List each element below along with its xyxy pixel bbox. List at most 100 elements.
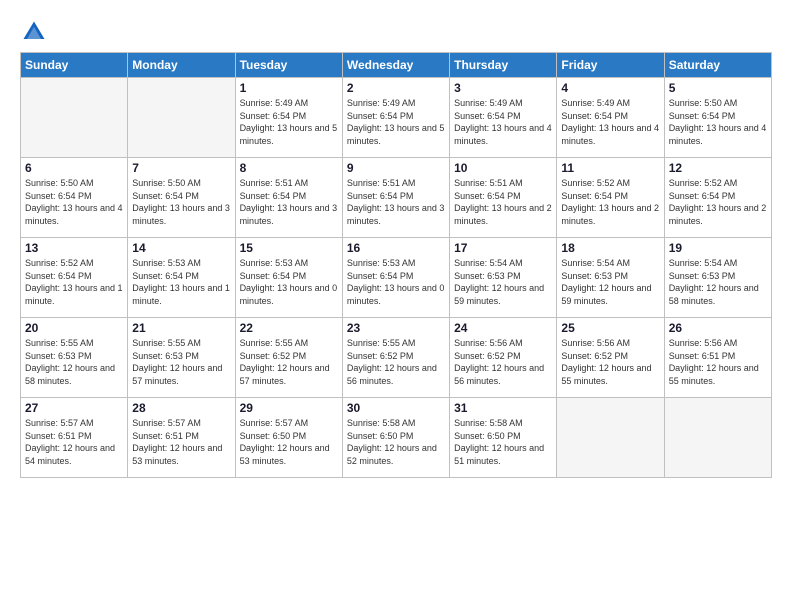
day-number: 29 bbox=[240, 401, 338, 415]
day-info: Sunrise: 5:50 AM Sunset: 6:54 PM Dayligh… bbox=[132, 177, 230, 227]
day-info: Sunrise: 5:50 AM Sunset: 6:54 PM Dayligh… bbox=[25, 177, 123, 227]
day-number: 8 bbox=[240, 161, 338, 175]
day-info: Sunrise: 5:57 AM Sunset: 6:50 PM Dayligh… bbox=[240, 417, 338, 467]
calendar-cell: 22 Sunrise: 5:55 AM Sunset: 6:52 PM Dayli… bbox=[235, 318, 342, 398]
day-number: 18 bbox=[561, 241, 659, 255]
day-number: 27 bbox=[25, 401, 123, 415]
weekday-header-sunday: Sunday bbox=[21, 53, 128, 78]
weekday-header-wednesday: Wednesday bbox=[342, 53, 449, 78]
day-info: Sunrise: 5:51 AM Sunset: 6:54 PM Dayligh… bbox=[454, 177, 552, 227]
calendar-cell: 2Sunrise: 5:49 AM Sunset: 6:54 PM Daylig… bbox=[342, 78, 449, 158]
calendar-cell: 31 Sunrise: 5:58 AM Sunset: 6:50 PM Dayli… bbox=[450, 398, 557, 478]
day-info: Sunrise: 5:52 AM Sunset: 6:54 PM Dayligh… bbox=[25, 257, 123, 307]
calendar-cell: 3 Sunrise: 5:49 AM Sunset: 6:54 PM Daylig… bbox=[450, 78, 557, 158]
day-number: 7 bbox=[132, 161, 230, 175]
day-info: Sunrise: 5:51 AM Sunset: 6:54 PM Dayligh… bbox=[347, 177, 445, 227]
day-number: 21 bbox=[132, 321, 230, 335]
weekday-header-tuesday: Tuesday bbox=[235, 53, 342, 78]
calendar-cell: 17 Sunrise: 5:54 AM Sunset: 6:53 PM Dayli… bbox=[450, 238, 557, 318]
day-info: Sunrise: 5:55 AM Sunset: 6:53 PM Dayligh… bbox=[25, 337, 123, 387]
day-number: 22 bbox=[240, 321, 338, 335]
day-info: Sunrise: 5:57 AM Sunset: 6:51 PM Dayligh… bbox=[25, 417, 123, 467]
day-info: Sunrise: 5:49 AM Sunset: 6:54 PM Dayligh… bbox=[561, 97, 659, 147]
logo-icon bbox=[20, 18, 48, 46]
day-info: Sunrise: 5:54 AM Sunset: 6:53 PM Dayligh… bbox=[669, 257, 767, 307]
calendar-cell: 15 Sunrise: 5:53 AM Sunset: 6:54 PM Dayli… bbox=[235, 238, 342, 318]
day-number: 26 bbox=[669, 321, 767, 335]
calendar-cell: 6 Sunrise: 5:50 AM Sunset: 6:54 PM Daylig… bbox=[21, 158, 128, 238]
day-info: Sunrise: 5:56 AM Sunset: 6:52 PM Dayligh… bbox=[561, 337, 659, 387]
calendar-header: SundayMondayTuesdayWednesdayThursdayFrid… bbox=[21, 53, 772, 78]
day-info: Sunrise: 5:49 AM Sunset: 6:54 PM Dayligh… bbox=[240, 97, 338, 147]
day-number: 5 bbox=[669, 81, 767, 95]
calendar-cell: 9Sunrise: 5:51 AM Sunset: 6:54 PM Daylig… bbox=[342, 158, 449, 238]
calendar-cell: 27 Sunrise: 5:57 AM Sunset: 6:51 PM Dayli… bbox=[21, 398, 128, 478]
calendar-cell: 19 Sunrise: 5:54 AM Sunset: 6:53 PM Dayli… bbox=[664, 238, 771, 318]
day-number: 24 bbox=[454, 321, 552, 335]
calendar-page: SundayMondayTuesdayWednesdayThursdayFrid… bbox=[0, 0, 792, 612]
day-info: Sunrise: 5:52 AM Sunset: 6:54 PM Dayligh… bbox=[669, 177, 767, 227]
calendar-cell: 23 Sunrise: 5:55 AM Sunset: 6:52 PM Dayli… bbox=[342, 318, 449, 398]
day-info: Sunrise: 5:57 AM Sunset: 6:51 PM Dayligh… bbox=[132, 417, 230, 467]
day-info: Sunrise: 5:49 AM Sunset: 6:54 PM Dayligh… bbox=[347, 97, 445, 147]
day-number: 6 bbox=[25, 161, 123, 175]
calendar-cell: 10 Sunrise: 5:51 AM Sunset: 6:54 PM Dayli… bbox=[450, 158, 557, 238]
day-number: 3 bbox=[454, 81, 552, 95]
day-info: Sunrise: 5:54 AM Sunset: 6:53 PM Dayligh… bbox=[561, 257, 659, 307]
calendar-week-5: 27 Sunrise: 5:57 AM Sunset: 6:51 PM Dayli… bbox=[21, 398, 772, 478]
day-info: Sunrise: 5:56 AM Sunset: 6:51 PM Dayligh… bbox=[669, 337, 767, 387]
calendar-cell: 20Sunrise: 5:55 AM Sunset: 6:53 PM Dayli… bbox=[21, 318, 128, 398]
day-info: Sunrise: 5:55 AM Sunset: 6:52 PM Dayligh… bbox=[240, 337, 338, 387]
day-info: Sunrise: 5:56 AM Sunset: 6:52 PM Dayligh… bbox=[454, 337, 552, 387]
calendar-body: 1 Sunrise: 5:49 AM Sunset: 6:54 PM Daylig… bbox=[21, 78, 772, 478]
calendar-cell: 16 Sunrise: 5:53 AM Sunset: 6:54 PM Dayli… bbox=[342, 238, 449, 318]
calendar-cell: 29 Sunrise: 5:57 AM Sunset: 6:50 PM Dayli… bbox=[235, 398, 342, 478]
calendar-cell: 21Sunrise: 5:55 AM Sunset: 6:53 PM Dayli… bbox=[128, 318, 235, 398]
calendar-cell bbox=[664, 398, 771, 478]
day-number: 25 bbox=[561, 321, 659, 335]
day-info: Sunrise: 5:58 AM Sunset: 6:50 PM Dayligh… bbox=[347, 417, 445, 467]
day-number: 13 bbox=[25, 241, 123, 255]
day-info: Sunrise: 5:53 AM Sunset: 6:54 PM Dayligh… bbox=[132, 257, 230, 307]
calendar-cell: 30 Sunrise: 5:58 AM Sunset: 6:50 PM Dayli… bbox=[342, 398, 449, 478]
weekday-header-saturday: Saturday bbox=[664, 53, 771, 78]
calendar-cell: 28Sunrise: 5:57 AM Sunset: 6:51 PM Dayli… bbox=[128, 398, 235, 478]
day-number: 19 bbox=[669, 241, 767, 255]
day-number: 11 bbox=[561, 161, 659, 175]
day-number: 4 bbox=[561, 81, 659, 95]
calendar-cell: 4 Sunrise: 5:49 AM Sunset: 6:54 PM Daylig… bbox=[557, 78, 664, 158]
day-info: Sunrise: 5:51 AM Sunset: 6:54 PM Dayligh… bbox=[240, 177, 338, 227]
calendar-cell: 1 Sunrise: 5:49 AM Sunset: 6:54 PM Daylig… bbox=[235, 78, 342, 158]
calendar-cell bbox=[21, 78, 128, 158]
day-number: 23 bbox=[347, 321, 445, 335]
calendar-cell: 5 Sunrise: 5:50 AM Sunset: 6:54 PM Daylig… bbox=[664, 78, 771, 158]
calendar-table: SundayMondayTuesdayWednesdayThursdayFrid… bbox=[20, 52, 772, 478]
day-info: Sunrise: 5:54 AM Sunset: 6:53 PM Dayligh… bbox=[454, 257, 552, 307]
calendar-cell: 11Sunrise: 5:52 AM Sunset: 6:54 PM Dayli… bbox=[557, 158, 664, 238]
weekday-header-row: SundayMondayTuesdayWednesdayThursdayFrid… bbox=[21, 53, 772, 78]
calendar-week-2: 6 Sunrise: 5:50 AM Sunset: 6:54 PM Daylig… bbox=[21, 158, 772, 238]
day-number: 16 bbox=[347, 241, 445, 255]
calendar-cell bbox=[128, 78, 235, 158]
day-number: 30 bbox=[347, 401, 445, 415]
weekday-header-thursday: Thursday bbox=[450, 53, 557, 78]
day-info: Sunrise: 5:49 AM Sunset: 6:54 PM Dayligh… bbox=[454, 97, 552, 147]
calendar-cell: 24 Sunrise: 5:56 AM Sunset: 6:52 PM Dayli… bbox=[450, 318, 557, 398]
day-info: Sunrise: 5:58 AM Sunset: 6:50 PM Dayligh… bbox=[454, 417, 552, 467]
calendar-cell: 7 Sunrise: 5:50 AM Sunset: 6:54 PM Daylig… bbox=[128, 158, 235, 238]
day-number: 1 bbox=[240, 81, 338, 95]
day-number: 31 bbox=[454, 401, 552, 415]
day-info: Sunrise: 5:55 AM Sunset: 6:52 PM Dayligh… bbox=[347, 337, 445, 387]
header bbox=[20, 18, 772, 46]
day-number: 14 bbox=[132, 241, 230, 255]
day-info: Sunrise: 5:53 AM Sunset: 6:54 PM Dayligh… bbox=[347, 257, 445, 307]
day-info: Sunrise: 5:50 AM Sunset: 6:54 PM Dayligh… bbox=[669, 97, 767, 147]
day-info: Sunrise: 5:53 AM Sunset: 6:54 PM Dayligh… bbox=[240, 257, 338, 307]
day-number: 15 bbox=[240, 241, 338, 255]
day-number: 12 bbox=[669, 161, 767, 175]
calendar-cell: 8 Sunrise: 5:51 AM Sunset: 6:54 PM Daylig… bbox=[235, 158, 342, 238]
calendar-week-1: 1 Sunrise: 5:49 AM Sunset: 6:54 PM Daylig… bbox=[21, 78, 772, 158]
day-number: 10 bbox=[454, 161, 552, 175]
calendar-cell: 12 Sunrise: 5:52 AM Sunset: 6:54 PM Dayli… bbox=[664, 158, 771, 238]
day-number: 17 bbox=[454, 241, 552, 255]
